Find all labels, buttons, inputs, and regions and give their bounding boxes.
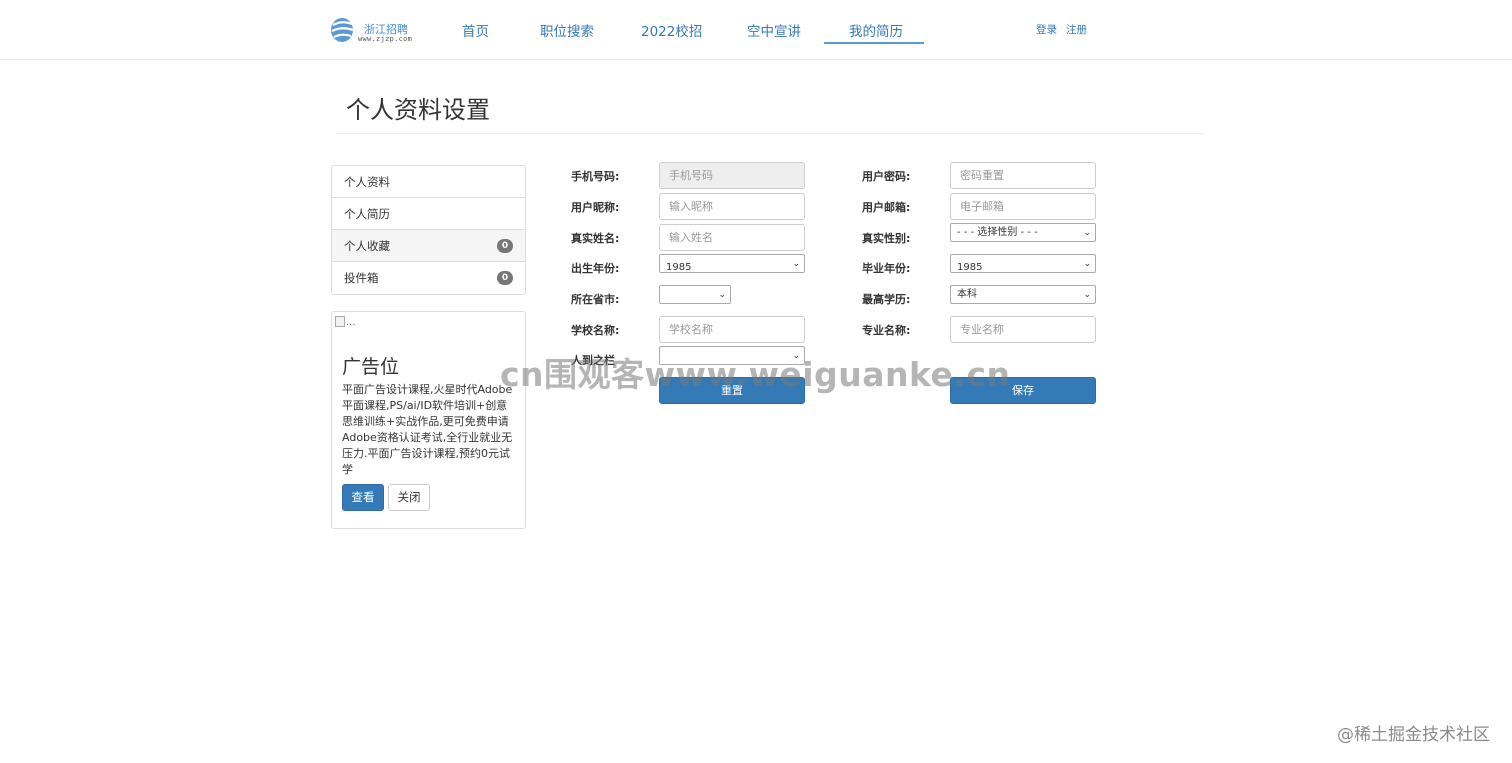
ad-panel: ... 广告位 平面广告设计课程,火星时代Adobe平面课程,PS/ai/ID软… xyxy=(331,311,526,529)
sidebar-item-label: 个人收藏 xyxy=(344,239,390,253)
nav-job-search[interactable]: 职位搜索 xyxy=(540,20,594,40)
grad-year-select[interactable]: 1985 ⌄ xyxy=(950,254,1096,273)
major-label: 专业名称: xyxy=(862,324,911,337)
password-input[interactable]: 密码重置 xyxy=(950,162,1096,189)
phone-label: 手机号码: xyxy=(571,170,620,183)
realname-label: 真实姓名: xyxy=(571,232,620,245)
page-title: 个人资料设置 xyxy=(346,96,490,124)
sidebar-item-label: 个人资料 xyxy=(344,175,390,189)
nav-home[interactable]: 首页 xyxy=(462,20,489,40)
password-label: 用户密码: xyxy=(862,170,911,183)
sidebar-item-profile[interactable]: 个人资料 xyxy=(332,166,525,198)
logo-icon xyxy=(331,18,354,42)
sidebar-item-favorites[interactable]: 个人收藏 0 xyxy=(332,230,525,262)
outbox-count-badge: 0 xyxy=(497,271,513,285)
school-input[interactable]: 学校名称 xyxy=(659,316,805,343)
education-value: 本科 xyxy=(957,289,977,300)
email-label: 用户邮箱: xyxy=(862,201,911,214)
nickname-input[interactable]: 输入昵称 xyxy=(659,193,805,220)
nav-active-indicator xyxy=(824,42,924,44)
favorites-count-badge: 0 xyxy=(497,239,513,253)
chevron-down-icon: ⌄ xyxy=(1083,259,1091,269)
education-label: 最高学历: xyxy=(862,293,911,306)
ad-image-broken: ... xyxy=(335,316,356,328)
city-label: 所在省市: xyxy=(571,293,620,306)
chevron-down-icon: ⌄ xyxy=(1083,290,1091,300)
logo-url: www.zjzp.com xyxy=(358,35,413,43)
chevron-down-icon: ⌄ xyxy=(1083,228,1091,238)
gender-label: 真实性别: xyxy=(862,232,911,245)
grad-year-value: 1985 xyxy=(957,262,983,273)
nickname-label: 用户昵称: xyxy=(571,201,620,214)
sidebar-menu: 个人资料 个人简历 个人收藏 0 投件箱 0 xyxy=(331,165,526,295)
school-label: 学校名称: xyxy=(571,324,620,337)
chevron-down-icon: ⌄ xyxy=(792,259,800,269)
site-watermark: cn围观客www.weiguanke.cn xyxy=(500,355,1011,394)
city-select[interactable]: ⌄ xyxy=(659,285,731,304)
sidebar-item-outbox[interactable]: 投件箱 0 xyxy=(332,262,525,294)
nav-my-resume[interactable]: 我的简历 xyxy=(849,20,903,40)
birth-year-select[interactable]: 1985 ⌄ xyxy=(659,254,805,273)
ad-image-alt: ... xyxy=(346,317,356,328)
ad-description: 平面广告设计课程,火星时代Adobe平面课程,PS/ai/ID软件培训+创意思维… xyxy=(342,383,513,476)
nav-air-seminar[interactable]: 空中宣讲 xyxy=(747,20,801,40)
chevron-down-icon: ⌄ xyxy=(718,290,726,300)
education-select[interactable]: 本科 ⌄ xyxy=(950,285,1096,304)
gender-select[interactable]: - - - 选择性别 - - - ⌄ xyxy=(950,223,1096,242)
birth-year-label: 出生年份: xyxy=(571,262,620,275)
realname-input[interactable]: 输入姓名 xyxy=(659,224,805,251)
email-input[interactable]: 电子邮箱 xyxy=(950,193,1096,220)
register-link[interactable]: 注册 xyxy=(1066,22,1087,37)
sidebar-item-resume[interactable]: 个人简历 xyxy=(332,198,525,230)
title-divider xyxy=(336,133,1204,134)
gender-value: - - - 选择性别 - - - xyxy=(957,227,1038,238)
top-navbar: 浙江招聘 www.zjzp.com 首页 职位搜索 2022校招 空中宣讲 我的… xyxy=(0,0,1512,60)
nav-campus-2022[interactable]: 2022校招 xyxy=(641,20,702,40)
birth-year-value: 1985 xyxy=(666,262,692,273)
major-input[interactable]: 专业名称 xyxy=(950,316,1096,343)
phone-input[interactable]: 手机号码 xyxy=(659,162,805,189)
ad-close-button[interactable]: 关闭 xyxy=(388,484,430,511)
sidebar-item-label: 个人简历 xyxy=(344,207,390,221)
site-logo[interactable]: 浙江招聘 www.zjzp.com xyxy=(330,16,425,46)
grad-year-label: 毕业年份: xyxy=(862,262,911,275)
sidebar-item-label: 投件箱 xyxy=(344,271,379,285)
login-link[interactable]: 登录 xyxy=(1036,22,1057,37)
juejin-watermark: @稀土掘金技术社区 xyxy=(1337,725,1490,745)
ad-view-button[interactable]: 查看 xyxy=(342,484,384,511)
ad-title: 广告位 xyxy=(342,356,400,378)
broken-image-icon xyxy=(335,316,345,327)
